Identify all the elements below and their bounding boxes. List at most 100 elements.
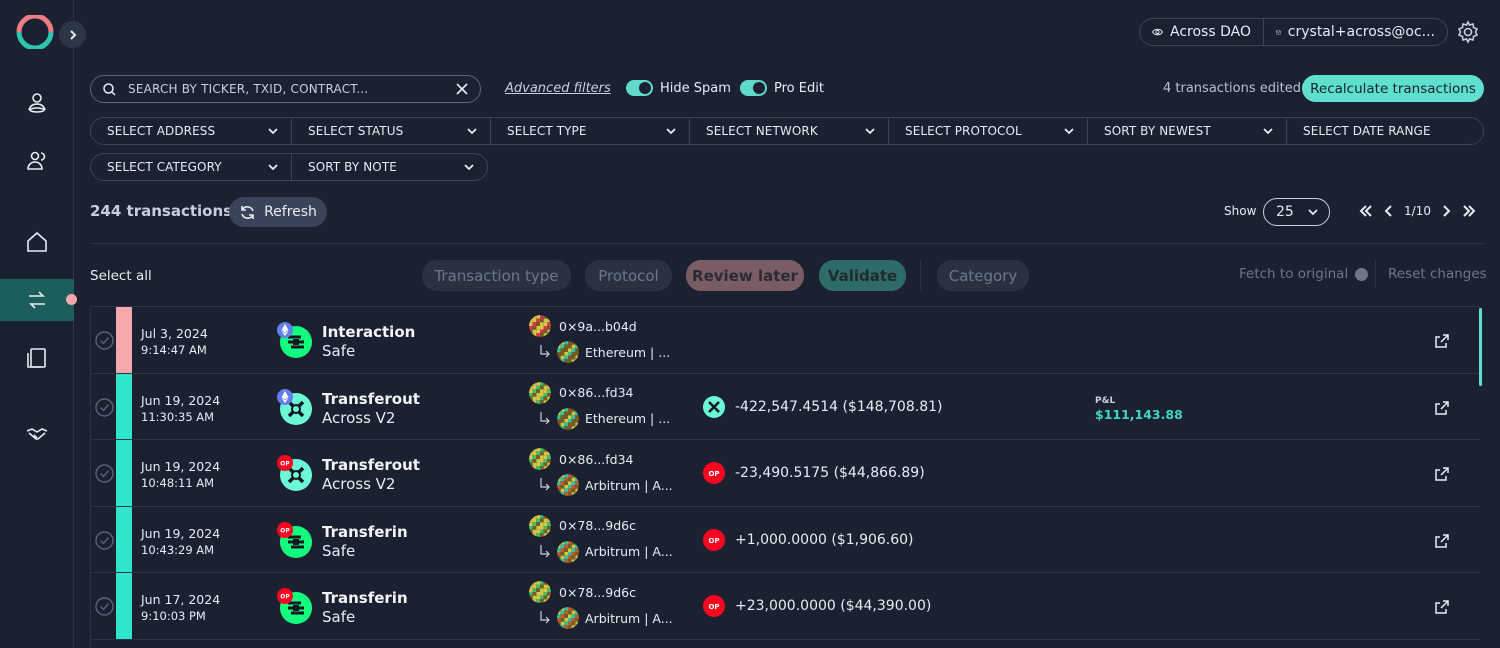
bulk-transaction-type-button[interactable]: Transaction type <box>422 260 571 291</box>
corner-arrow-icon <box>540 478 550 491</box>
org-name: Across DAO <box>1170 24 1251 40</box>
select-status-filter[interactable]: SELECT STATUS <box>291 118 490 144</box>
user-coins-icon <box>28 93 46 113</box>
next-page-icon[interactable] <box>1438 203 1454 219</box>
status-indicator <box>116 573 132 639</box>
tx-addresses: 0×86...fd34 Arbitrum | A... <box>529 448 673 500</box>
table-row[interactable]: Jun 17, 2024 9:10:03 PM OP Transferin Sa… <box>91 573 1480 640</box>
tx-protocol-label: Across V2 <box>322 475 396 493</box>
row-checkbox[interactable] <box>95 331 114 350</box>
tx-type[interactable]: Transferin Safe <box>322 589 408 627</box>
address-avatar <box>557 407 579 430</box>
bulk-category-button[interactable]: Category <box>937 260 1029 291</box>
external-link-icon[interactable] <box>1434 466 1450 482</box>
row-checkbox[interactable] <box>95 597 114 616</box>
row-checkbox[interactable] <box>95 530 114 550</box>
transactions-icon <box>29 291 45 309</box>
table-row[interactable]: Jun 19, 2024 10:43:29 AM OP Transferin S… <box>91 506 1480 573</box>
select-network-filter[interactable]: SELECT NETWORK <box>689 118 888 144</box>
bulk-review-later-button[interactable]: Review later <box>686 260 804 291</box>
first-page-icon[interactable] <box>1358 203 1374 219</box>
tx-type[interactable]: Transferin Safe <box>322 523 408 561</box>
from-address[interactable]: 0×78...9d6c <box>559 585 636 600</box>
bulk-validate-button[interactable]: Validate <box>819 260 906 291</box>
table-row[interactable]: Jul 3, 2024 9:14:47 AM Interaction Safe … <box>91 307 1480 374</box>
search-input[interactable] <box>128 82 444 96</box>
from-address[interactable]: 0×9a...b04d <box>559 319 637 334</box>
nav-portfolio[interactable] <box>0 82 74 124</box>
external-link-icon[interactable] <box>1434 333 1450 349</box>
external-link-icon[interactable] <box>1434 400 1450 416</box>
scrollbar-thumb[interactable] <box>1479 308 1482 386</box>
org-switcher[interactable]: Across DAO <box>1140 19 1263 45</box>
status-indicator <box>116 440 132 506</box>
fetch-label: Fetch to original <box>1239 266 1349 282</box>
to-address[interactable]: Ethereum | ... <box>585 411 670 426</box>
address-avatar <box>557 540 579 563</box>
nav-partners[interactable] <box>0 413 74 455</box>
from-address[interactable]: 0×86...fd34 <box>559 452 634 467</box>
gear-icon[interactable] <box>1456 20 1480 44</box>
app-logo[interactable] <box>16 15 54 49</box>
sort-by-note-filter[interactable]: SORT BY NOTE <box>291 154 487 180</box>
last-page-icon[interactable] <box>1461 203 1477 219</box>
account-pill: Across DAO crystal+across@oc... <box>1139 18 1448 46</box>
hide-spam-label: Hide Spam <box>660 80 731 96</box>
select-type-filter[interactable]: SELECT TYPE <box>490 118 689 144</box>
external-link-icon[interactable] <box>1434 599 1450 615</box>
address-avatar <box>557 474 579 496</box>
clear-search-icon[interactable] <box>456 83 468 95</box>
select-date-range-filter[interactable]: SELECT DATE RANGE <box>1286 118 1483 144</box>
chevron-down-icon <box>666 128 676 135</box>
hide-spam-switch[interactable] <box>626 80 653 96</box>
sort-by-newest-filter[interactable]: SORT BY NEWEST <box>1087 118 1286 144</box>
advanced-filters-link[interactable]: Advanced filters <box>505 81 611 96</box>
bulk-protocol-button[interactable]: Protocol <box>585 260 672 291</box>
external-link-icon[interactable] <box>1434 533 1450 549</box>
refresh-label: Refresh <box>264 204 317 220</box>
select-category-filter[interactable]: SELECT CATEGORY <box>91 154 291 180</box>
select-address-filter[interactable]: SELECT ADDRESS <box>91 118 291 144</box>
select-protocol-filter[interactable]: SELECT PROTOCOL <box>888 118 1087 144</box>
from-address[interactable]: 0×78...9d6c <box>559 518 636 533</box>
protocol-icon <box>277 388 313 426</box>
hide-spam-toggle[interactable]: Hide Spam <box>626 80 731 96</box>
row-checkbox[interactable] <box>95 397 114 417</box>
recalculate-button[interactable]: Recalculate transactions <box>1302 75 1484 102</box>
tx-amount: OP -23,490.5175 ($44,866.89) <box>703 462 925 484</box>
filter-label: SORT BY NOTE <box>308 160 397 174</box>
tx-date: Jun 19, 2024 <box>141 459 221 474</box>
to-address[interactable]: Arbitrum | A... <box>585 544 673 559</box>
tx-type[interactable]: Transferout Across V2 <box>322 390 420 428</box>
to-address[interactable]: Arbitrum | A... <box>585 611 673 626</box>
page-size-select[interactable]: 25 <box>1263 198 1330 226</box>
chevron-down-icon <box>1064 128 1074 135</box>
tx-date: Jun 19, 2024 <box>141 392 221 408</box>
table-row[interactable]: Jun 19, 2024 11:30:35 AM Transferout Acr… <box>91 373 1480 440</box>
nav-contacts[interactable] <box>0 140 74 182</box>
status-indicator <box>116 373 132 439</box>
reset-changes-button[interactable]: Reset changes <box>1388 266 1487 282</box>
tx-time: 9:14:47 AM <box>141 343 207 357</box>
to-address[interactable]: Arbitrum | A... <box>585 478 673 493</box>
table-row[interactable]: Jun 19, 2024 10:48:11 AM OP Transferout … <box>91 440 1480 507</box>
tx-type[interactable]: Transferout Across V2 <box>322 456 420 494</box>
fetch-to-original-button[interactable]: Fetch to original <box>1239 266 1369 282</box>
to-address[interactable]: Ethereum | ... <box>585 345 670 360</box>
nav-home[interactable] <box>0 221 74 263</box>
from-address[interactable]: 0×86...fd34 <box>559 385 634 400</box>
user-menu[interactable]: crystal+across@oc... <box>1262 19 1447 45</box>
refresh-button[interactable]: Refresh <box>229 197 327 227</box>
tx-date: Jun 19, 2024 <box>141 525 221 541</box>
pro-edit-switch[interactable] <box>740 80 767 96</box>
address-avatar <box>557 607 579 629</box>
pro-edit-toggle[interactable]: Pro Edit <box>740 80 824 96</box>
prev-page-icon[interactable] <box>1381 203 1397 219</box>
nav-transactions[interactable] <box>0 279 77 321</box>
tx-type[interactable]: Interaction Safe <box>322 323 415 361</box>
select-all-button[interactable]: Select all <box>90 268 152 284</box>
row-checkbox[interactable] <box>95 464 114 483</box>
chevron-down-icon <box>865 128 875 135</box>
expand-sidebar-button[interactable] <box>59 21 86 48</box>
nav-reports[interactable] <box>0 337 74 379</box>
